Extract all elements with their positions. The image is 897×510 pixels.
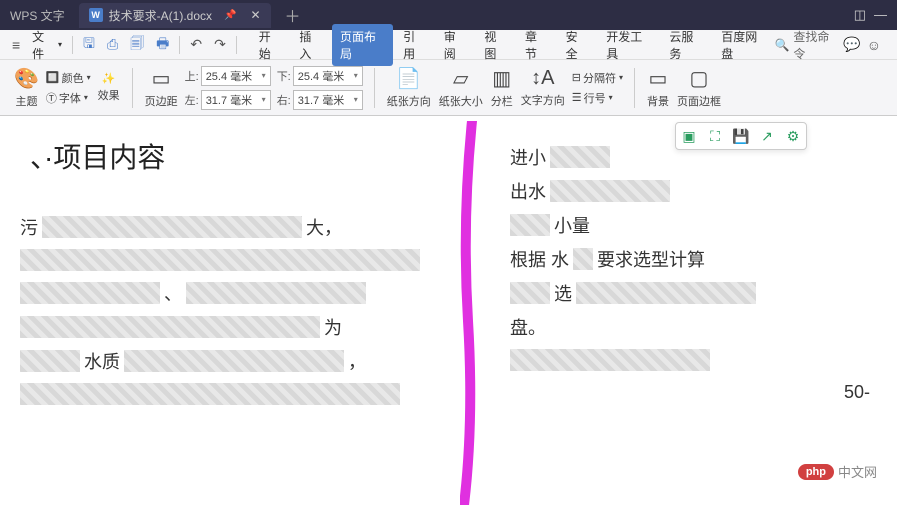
tab-title: 技术要求-A(1).docx: [109, 7, 212, 24]
ft-save-icon[interactable]: ▣: [680, 127, 698, 145]
ft-settings-icon[interactable]: ⚙: [784, 127, 802, 145]
search-command[interactable]: 🔍 查找命令: [774, 28, 837, 62]
palette-icon: 🎨: [14, 66, 39, 91]
watermark: php 中文网: [798, 462, 877, 481]
line-numbers-icon: ☰: [572, 91, 582, 104]
margin-right-label: 右:: [277, 92, 291, 108]
watermark-text: 中文网: [838, 462, 877, 481]
colors-button[interactable]: 🔲颜色▾: [43, 69, 94, 87]
export-icon[interactable]: ⎙: [101, 33, 124, 56]
page-border-icon: ▢: [690, 66, 709, 91]
file-menu[interactable]: 文件▾: [26, 25, 68, 65]
ribbon: 🎨 主题 🔲颜色▾ Ⓣ字体▾ ✨ 效果 ▭ 页边距 上:25.4 毫米 左:31…: [0, 60, 897, 116]
colors-icon: 🔲: [46, 71, 60, 84]
fonts-icon: Ⓣ: [46, 90, 57, 106]
orientation-icon: 📄: [396, 66, 421, 91]
ft-expand-icon[interactable]: ⛶: [706, 127, 724, 145]
margins-button[interactable]: ▭ 页边距: [141, 64, 182, 111]
document-area[interactable]: 、·项目内容 污大， 、 为 水质， 进小 出水 小量 根据 水要求选型计算 选…: [0, 116, 897, 505]
margins-icon: ▭: [152, 66, 171, 91]
margin-top-input[interactable]: 25.4 毫米: [201, 66, 271, 86]
effects-button[interactable]: ✨ 效果: [94, 70, 124, 105]
app-name: WPS 文字: [0, 7, 75, 24]
text-direction-icon: ↕A: [531, 67, 554, 90]
page-border-button[interactable]: ▢页面边框: [673, 64, 725, 111]
background-button[interactable]: ▭背景: [643, 64, 673, 111]
document-tab[interactable]: W 技术要求-A(1).docx 📌 ✕: [79, 3, 271, 28]
annotation-line: [460, 121, 478, 505]
ft-disk-icon[interactable]: 💾: [732, 127, 750, 145]
print-preview-icon[interactable]: 🗐: [124, 30, 150, 60]
pin-icon[interactable]: 📌: [224, 10, 236, 21]
floating-toolbar: ▣ ⛶ 💾 ↗ ⚙: [675, 122, 807, 150]
window-layout-icon[interactable]: ◫: [854, 7, 866, 23]
redo-icon[interactable]: ↷: [208, 33, 232, 56]
background-icon: ▭: [649, 66, 668, 91]
search-icon: 🔍: [774, 38, 789, 52]
margin-bottom-input[interactable]: 25.4 毫米: [293, 66, 363, 86]
undo-icon[interactable]: ↶: [184, 33, 208, 56]
watermark-badge: php: [798, 464, 834, 480]
effects-icon: ✨: [102, 72, 116, 85]
columns-button[interactable]: ▥分栏: [487, 64, 517, 111]
menu-hamburger-icon[interactable]: ≡: [6, 34, 26, 56]
doc-icon: W: [89, 8, 103, 22]
text-direction-button[interactable]: ↕A文字方向: [517, 65, 569, 110]
smile-icon[interactable]: ☺: [867, 37, 881, 53]
chat-icon[interactable]: 💬: [843, 36, 860, 53]
separator-button[interactable]: ⊟分隔符▾: [569, 69, 626, 87]
theme-button[interactable]: 🎨 主题: [10, 64, 43, 111]
doc-column-left: 污大， 、 为 水质，: [20, 206, 450, 414]
menubar: ≡ 文件▾ 🖫 ⎙ 🗐 🖶 ↶ ↷ 开始 插入 页面布局 引用 审阅 视图 章节…: [0, 30, 897, 60]
minimize-icon[interactable]: ―: [874, 7, 887, 23]
paper-size-button[interactable]: ▱纸张大小: [435, 64, 487, 111]
orientation-button[interactable]: 📄纸张方向: [383, 64, 435, 111]
close-tab-icon[interactable]: ✕: [250, 8, 260, 22]
save-icon[interactable]: 🖫: [77, 30, 101, 60]
doc-column-right: 进小 出水 小量 根据 水要求选型计算 选 盘。 50-: [510, 136, 870, 412]
margin-left-input[interactable]: 31.7 毫米: [201, 90, 271, 110]
margin-right-input[interactable]: 31.7 毫米: [293, 90, 363, 110]
columns-icon: ▥: [492, 66, 511, 91]
print-icon[interactable]: 🖶: [150, 30, 175, 60]
ft-share-icon[interactable]: ↗: [758, 127, 776, 145]
margin-bottom-label: 下:: [277, 68, 291, 84]
paper-size-icon: ▱: [453, 66, 468, 91]
search-placeholder: 查找命令: [793, 28, 837, 62]
separator-icon: ⊟: [572, 71, 581, 84]
line-numbers-button[interactable]: ☰行号▾: [569, 89, 626, 107]
margin-top-label: 上:: [185, 68, 199, 84]
margin-left-label: 左:: [185, 92, 199, 108]
fonts-button[interactable]: Ⓣ字体▾: [43, 89, 94, 107]
